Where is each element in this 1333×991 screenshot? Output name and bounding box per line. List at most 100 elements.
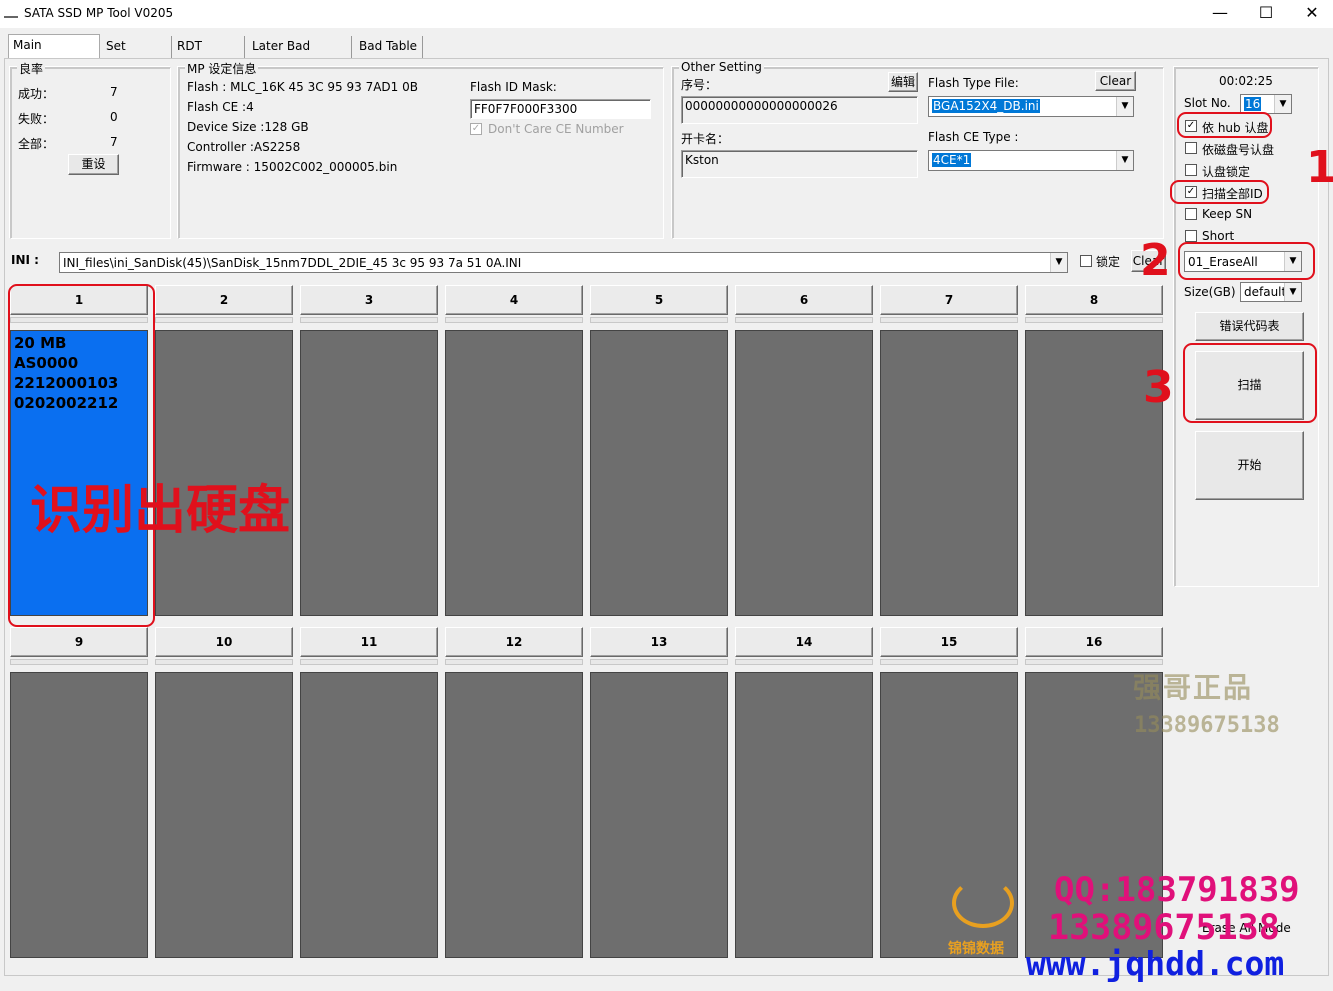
chevron-down-icon[interactable]: ▼ <box>1284 283 1301 301</box>
flash-ce-type-select[interactable]: 4CE*1 ▼ <box>928 150 1134 171</box>
watermark-logo-text: 锦锦数据 <box>948 941 1004 957</box>
other-setting-group-label: Other Setting <box>679 60 764 74</box>
minimize-button[interactable]: — <box>1197 0 1243 28</box>
slot-2-progress <box>155 317 293 323</box>
annotation-ring-scan-all <box>1170 180 1269 204</box>
watermark-url: www.jqhdd.com <box>1026 944 1285 983</box>
slot-6-button[interactable]: 6 <box>735 285 873 315</box>
ini-lock-checkbox[interactable] <box>1080 255 1092 267</box>
flash-type-file-select[interactable]: BGA152X4_DB.ini ▼ <box>928 96 1134 117</box>
fail-value: 0 <box>110 110 118 124</box>
annotation-recognized-disk: 识别出硬盘 <box>30 481 291 541</box>
device-size-info: Device Size :128 GB <box>187 120 309 134</box>
slot-3-button[interactable]: 3 <box>300 285 438 315</box>
chevron-down-icon[interactable]: ▼ <box>1116 151 1133 170</box>
watermark-logo-icon <box>952 878 1014 928</box>
main-window: SATA SSD MP Tool V0205 — ☐ ✕ Main Functi… <box>0 0 1333 991</box>
slot-8-progress <box>1025 317 1163 323</box>
slot-5-progress <box>590 317 728 323</box>
slot-14-panel[interactable] <box>735 672 873 958</box>
short-label: Short <box>1202 229 1235 243</box>
flash-info: Flash : MLC_16K 45 3C 95 93 7AD1 0B <box>187 80 418 94</box>
start-button[interactable]: 开始 <box>1195 431 1304 500</box>
slot-2-button[interactable]: 2 <box>155 285 293 315</box>
chevron-down-icon[interactable]: ▼ <box>1050 253 1067 272</box>
flash-type-clear-button[interactable]: Clear <box>1095 71 1136 91</box>
slot-7-button[interactable]: 7 <box>880 285 1018 315</box>
flash-ce-info: Flash CE :4 <box>187 100 254 114</box>
card-name-field[interactable]: Kston <box>681 150 918 178</box>
slot-9-panel[interactable] <box>10 672 148 958</box>
slot-16-button[interactable]: 16 <box>1025 627 1163 657</box>
slot-11-panel[interactable] <box>300 672 438 958</box>
flash-ce-type-label: Flash CE Type : <box>928 130 1019 144</box>
fail-label: 失败： <box>18 112 55 126</box>
slot-5-panel[interactable] <box>590 330 728 616</box>
yield-group-label: 良率 <box>17 60 46 77</box>
slot-13-panel[interactable] <box>590 672 728 958</box>
keep-sn-checkbox[interactable] <box>1185 208 1197 220</box>
size-select[interactable]: default ▼ <box>1240 282 1302 302</box>
tab-rdt-result[interactable]: RDT Result <box>173 36 245 73</box>
slot-14-button[interactable]: 14 <box>735 627 873 657</box>
annotation-ring-slot1 <box>8 284 155 627</box>
watermark-phone-small: 13389675138 <box>1134 713 1280 738</box>
annotation-number-3: 3 <box>1143 362 1174 413</box>
slot-7-panel[interactable] <box>880 330 1018 616</box>
card-name-label: 开卡名： <box>681 132 730 146</box>
close-button[interactable]: ✕ <box>1289 0 1333 28</box>
maximize-button[interactable]: ☐ <box>1243 0 1289 28</box>
disk-no-recognize-checkbox[interactable] <box>1185 142 1197 154</box>
tab-later-bad-result[interactable]: Later Bad Result <box>248 36 352 73</box>
ini-file-path: INI_files\ini_SanDisk(45)\SanDisk_15nm7D… <box>63 256 522 270</box>
slot-13-button[interactable]: 13 <box>590 627 728 657</box>
chevron-down-icon[interactable]: ▼ <box>1274 95 1291 113</box>
tab-set-param[interactable]: Set Param <box>102 36 172 73</box>
chevron-down-icon[interactable]: ▼ <box>1116 97 1133 116</box>
serial-field[interactable]: 00000000000000000026 <box>681 96 918 124</box>
slot-12-button[interactable]: 12 <box>445 627 583 657</box>
slot-no-select[interactable]: 16 ▼ <box>1240 94 1292 114</box>
slot-15-button[interactable]: 15 <box>880 627 1018 657</box>
slot-no-label: Slot No. <box>1184 96 1231 110</box>
ini-file-select[interactable]: INI_files\ini_SanDisk(45)\SanDisk_15nm7D… <box>59 252 1068 273</box>
flash-id-mask-input[interactable]: FF0F7F000F3300 <box>470 99 651 119</box>
annotation-number-2: 2 <box>1140 235 1171 286</box>
slot-12-panel[interactable] <box>445 672 583 958</box>
keep-sn-label: Keep SN <box>1202 207 1253 221</box>
annotation-ring-mode <box>1178 242 1315 280</box>
edit-button[interactable]: 编辑 <box>888 72 918 92</box>
error-code-table-button[interactable]: 错误代码表 <box>1195 312 1304 341</box>
window-title: SATA SSD MP Tool V0205 <box>24 6 174 20</box>
firmware-info: Firmware : 15002C002_000005.bin <box>187 160 398 174</box>
slot-3-panel[interactable] <box>300 330 438 616</box>
annotation-number-1: 1 <box>1306 142 1333 193</box>
elapsed-timer: 00:02:25 <box>1219 74 1273 88</box>
short-checkbox[interactable] <box>1185 230 1197 242</box>
slot-6-panel[interactable] <box>735 330 873 616</box>
ini-label: INI : <box>11 253 39 267</box>
recognize-lock-label: 认盘锁定 <box>1202 165 1251 179</box>
slot-10-progress <box>155 659 293 665</box>
watermark-brand: 强哥正品 <box>1133 671 1254 704</box>
slot-8-button[interactable]: 8 <box>1025 285 1163 315</box>
controller-info: Controller :AS2258 <box>187 140 301 154</box>
ini-lock-label: 锁定 <box>1096 255 1121 269</box>
tab-main-function[interactable]: Main Function <box>8 34 100 72</box>
slot-9-button[interactable]: 9 <box>10 627 148 657</box>
watermark-phone: 13389675138 <box>1048 908 1280 948</box>
slot-4-panel[interactable] <box>445 330 583 616</box>
annotation-ring-scan <box>1183 343 1317 423</box>
slot-5-button[interactable]: 5 <box>590 285 728 315</box>
recognize-lock-checkbox[interactable] <box>1185 164 1197 176</box>
slot-10-button[interactable]: 10 <box>155 627 293 657</box>
reset-button[interactable]: 重设 <box>68 154 119 175</box>
slot-10-panel[interactable] <box>155 672 293 958</box>
flash-type-file-label: Flash Type File: <box>928 76 1019 90</box>
tab-bad-table[interactable]: Bad Table <box>355 36 423 58</box>
slot-11-button[interactable]: 11 <box>300 627 438 657</box>
slot-4-button[interactable]: 4 <box>445 285 583 315</box>
dont-care-ce-checkbox[interactable]: ✓ <box>470 123 482 135</box>
slot-16-progress <box>1025 659 1163 665</box>
total-label: 全部： <box>18 137 55 151</box>
